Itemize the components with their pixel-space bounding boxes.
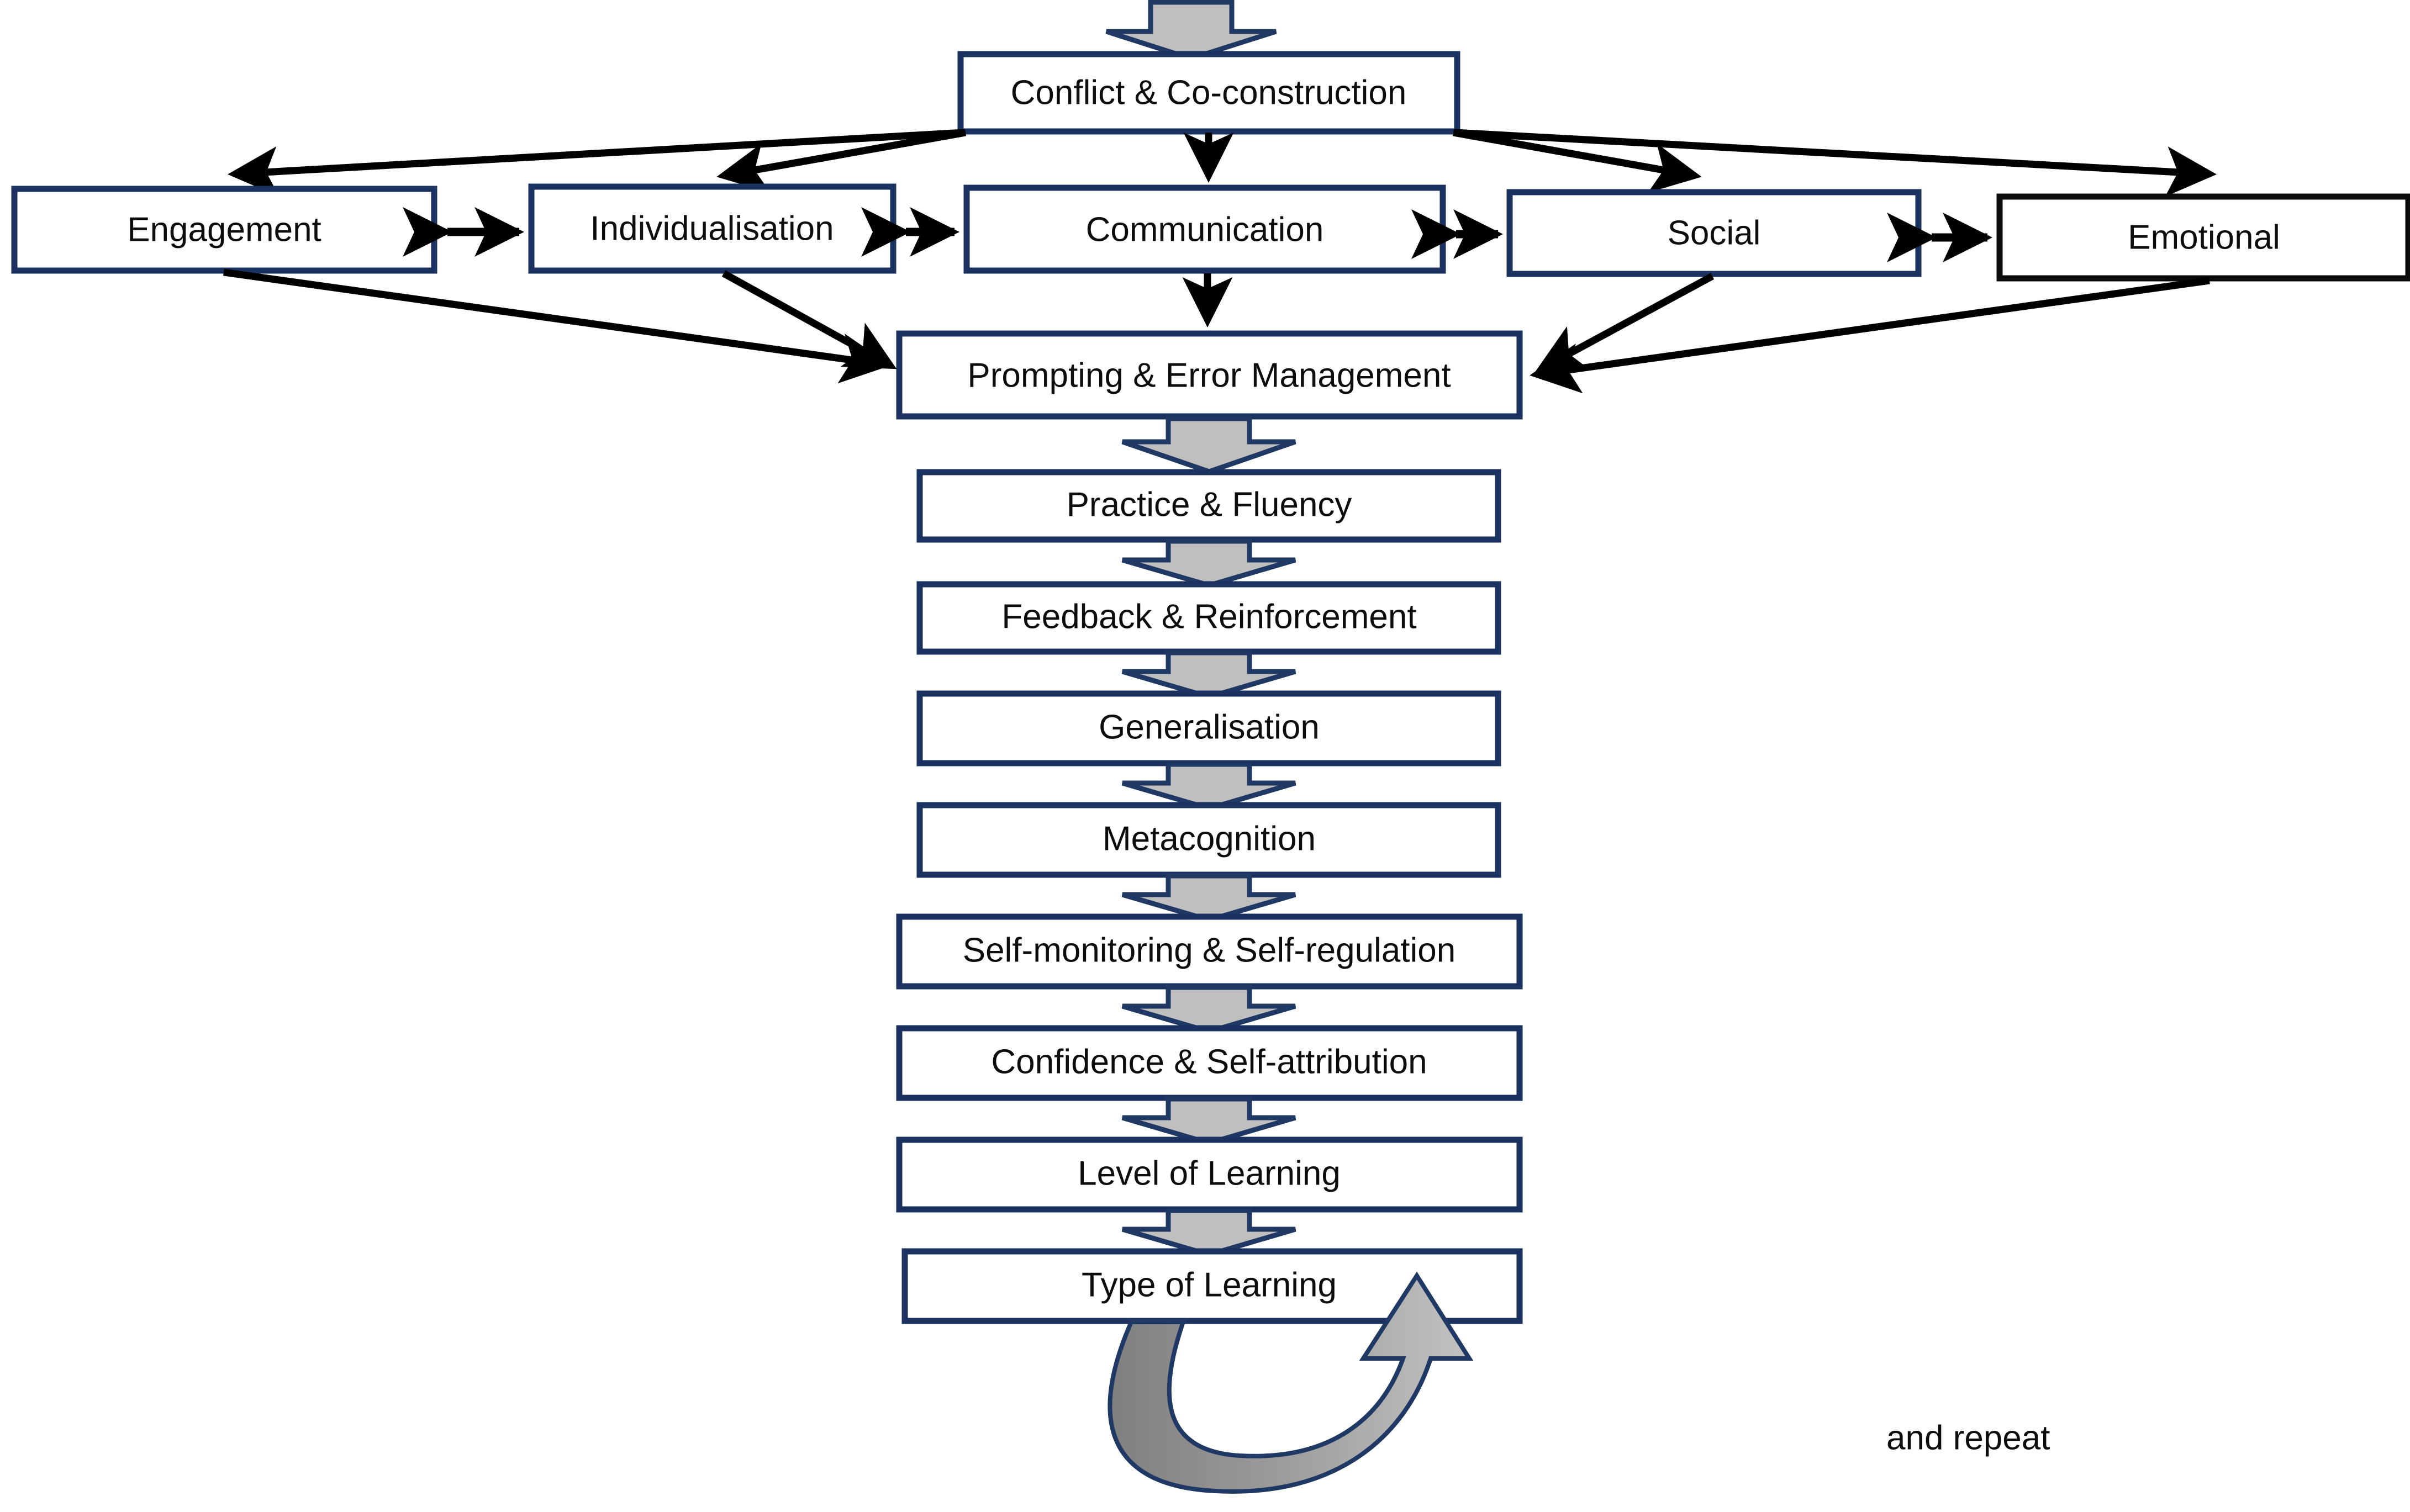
chain-arrow-1 [1121, 416, 1296, 474]
chain-arrow-8 [1121, 1208, 1296, 1257]
flowchart-svg: Conflict & Co-construction Engagement In… [11, 0, 2410, 1494]
chain-arrow-3 [1121, 650, 1296, 700]
chain-arrow-6 [1121, 985, 1296, 1034]
node-engagement[interactable]: Engagement [11, 186, 437, 274]
node-prompting-error-management[interactable]: Prompting & Error Management [896, 330, 1523, 420]
node-conflict-co-construction[interactable]: Conflict & Co-construction [957, 51, 1460, 135]
chain-arrow-7 [1121, 1096, 1296, 1146]
node-label: Feedback & Reinforcement [1001, 598, 1416, 636]
node-metacognition[interactable]: Metacognition [916, 802, 1501, 878]
node-label: Level of Learning [1078, 1154, 1341, 1192]
node-label: Engagement [127, 210, 321, 249]
node-individualisation[interactable]: Individualisation [528, 183, 897, 274]
node-label: Confidence & Self-attribution [991, 1043, 1427, 1081]
node-label: Emotional [2128, 218, 2280, 256]
diagram-canvas: Conflict & Co-construction Engagement In… [0, 0, 2410, 1512]
chain-arrow-2 [1121, 538, 1296, 588]
node-label: Generalisation [1099, 708, 1320, 746]
node-confidence-self-attribution[interactable]: Confidence & Self-attribution [896, 1025, 1523, 1101]
arrow-emotional-to-prompting [1530, 277, 2210, 394]
node-social[interactable]: Social [1506, 189, 1922, 277]
node-practice-fluency[interactable]: Practice & Fluency [916, 469, 1501, 543]
node-label: Prompting & Error Management [967, 356, 1451, 394]
node-level-of-learning[interactable]: Level of Learning [896, 1136, 1523, 1213]
node-label: Individualisation [590, 209, 834, 247]
node-generalisation[interactable]: Generalisation [916, 690, 1501, 766]
chain-arrow-4 [1121, 762, 1296, 811]
loop-label: and repeat [1886, 1419, 2050, 1457]
top-entry-block-arrow [1105, 0, 1277, 61]
node-feedback-reinforcement[interactable]: Feedback & Reinforcement [916, 581, 1501, 655]
node-label: Metacognition [1103, 820, 1316, 858]
node-label: Communication [1086, 210, 1324, 249]
node-label: Self-monitoring & Self-regulation [963, 931, 1456, 969]
node-emotional[interactable]: Emotional [1996, 193, 2410, 282]
node-self-monitoring-self-regulation[interactable]: Self-monitoring & Self-regulation [896, 913, 1523, 990]
node-label: Practice & Fluency [1067, 485, 1352, 524]
fanout-connectors [228, 129, 2217, 197]
factor-row: Engagement Individualisation Communicati… [11, 183, 2410, 282]
chain-arrow-5 [1121, 873, 1296, 923]
node-communication[interactable]: Communication [963, 184, 1446, 274]
arrow-engagement-to-prompting [223, 268, 891, 384]
node-label: Conflict & Co-construction [1011, 73, 1407, 112]
node-label: Social [1668, 214, 1761, 252]
node-label: Type of Learning [1082, 1266, 1337, 1304]
